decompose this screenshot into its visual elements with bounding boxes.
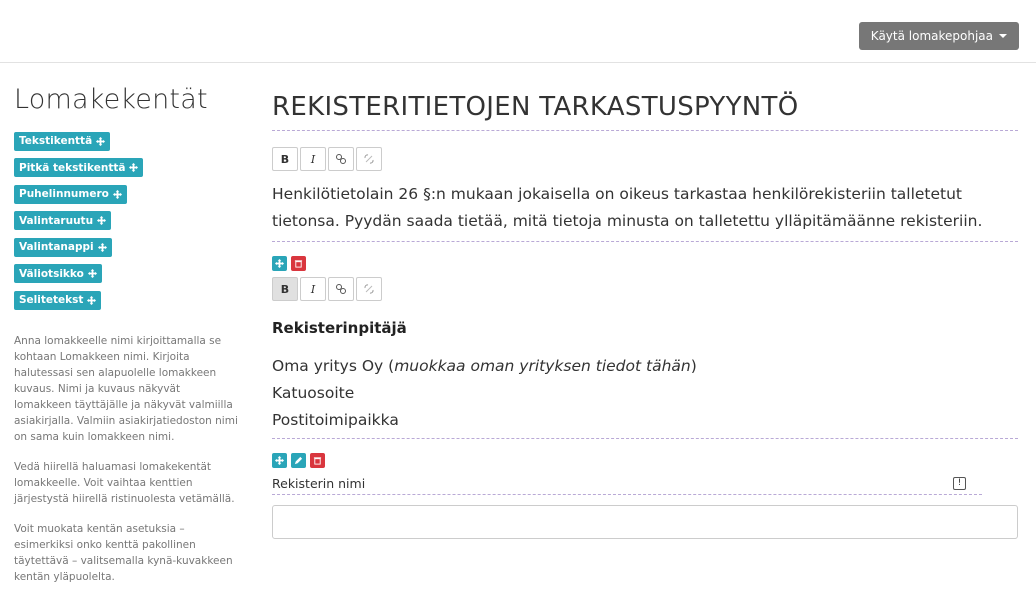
delete-icon[interactable]: [310, 453, 325, 468]
edit-pencil-icon[interactable]: [291, 453, 306, 468]
link-button[interactable]: [328, 277, 354, 301]
chip-wrap: Pitkä tekstikenttä: [14, 156, 244, 183]
company-hint: muokkaa oman yrityksen tiedot tähän: [394, 357, 691, 375]
form-editor: REKISTERITIETOJEN TARKASTUSPYYNTÖ B I He…: [272, 92, 1018, 539]
field-type-chip[interactable]: Puhelinnumero: [14, 184, 127, 204]
sidebar: Lomakekentät Tekstikenttä Pitkä tekstiken…: [14, 84, 244, 599]
text-toolbar: B I: [272, 147, 1018, 171]
postal-line: Postitoimipaikka: [272, 411, 399, 429]
link-icon: [336, 154, 346, 164]
help-text: Anna lomakkeelle nimi kirjoittamalla se …: [14, 333, 239, 585]
field-controls: [272, 453, 1018, 468]
register-name-input[interactable]: [272, 505, 1018, 539]
delete-icon[interactable]: [291, 256, 306, 271]
chip-label: Selitetekst: [19, 294, 84, 306]
chip-wrap: Puhelinnumero: [14, 182, 244, 209]
move-icon: [87, 295, 97, 305]
field-type-chip[interactable]: Selitetekst: [14, 290, 102, 310]
field-type-chip[interactable]: Väliotsikko: [14, 264, 102, 283]
field-type-chip[interactable]: Valintaruutu: [14, 211, 112, 230]
use-template-label: Käytä lomakepohjaa: [870, 29, 993, 43]
use-template-dropdown[interactable]: Käytä lomakepohjaa: [858, 22, 1019, 50]
help-paragraph: Voit muokata kentän asetuksia – esimerki…: [14, 522, 233, 583]
bold-button[interactable]: B: [272, 147, 298, 171]
bold-button[interactable]: B: [272, 277, 298, 301]
chip-wrap: Selitetekst: [14, 288, 244, 315]
move-icon: [96, 136, 106, 146]
chip-wrap: Väliotsikko: [14, 262, 244, 289]
italic-button[interactable]: I: [300, 277, 326, 301]
form-description[interactable]: Henkilötietolain 26 §:n mukaan jokaisell…: [272, 181, 1018, 242]
italic-button[interactable]: I: [300, 147, 326, 171]
chip-wrap: Valintaruutu: [14, 209, 244, 236]
move-icon: [87, 269, 97, 278]
field-label[interactable]: Rekisterin nimi: [272, 476, 365, 491]
required-icon: !: [953, 477, 966, 490]
sidebar-heading: Lomakekentät: [14, 84, 208, 115]
help-paragraph: Anna lomakkeelle nimi kirjoittamalla se …: [14, 334, 238, 443]
company-name: Oma yritys Oy (: [272, 357, 395, 375]
chip-wrap: Valintanappi: [14, 235, 244, 262]
caret-down-icon: [999, 34, 1007, 38]
chip-label: Väliotsikko: [19, 267, 84, 280]
unlink-icon: [364, 154, 374, 164]
field-type-chip[interactable]: Valintanappi: [14, 237, 112, 257]
controller-details[interactable]: Oma yritys Oy (muokkaa oman yrityksen ti…: [272, 353, 1018, 439]
link-icon: [336, 284, 346, 294]
block-controls: [272, 256, 1018, 271]
move-icon[interactable]: [272, 256, 287, 271]
form-title[interactable]: REKISTERITIETOJEN TARKASTUSPYYNTÖ: [272, 92, 1018, 131]
top-bar: Käytä lomakepohjaa: [0, 0, 1036, 63]
unlink-button[interactable]: [356, 277, 382, 301]
move-icon[interactable]: [272, 453, 287, 468]
link-button[interactable]: [328, 147, 354, 171]
company-suffix: ): [690, 357, 697, 375]
text-toolbar-2: B I: [272, 277, 1018, 301]
field-palette: Tekstikenttä Pitkä tekstikenttä Puhelinnum…: [14, 129, 244, 315]
section-heading[interactable]: Rekisterinpitäjä: [272, 319, 1018, 337]
move-icon: [97, 242, 107, 252]
unlink-icon: [364, 284, 374, 294]
help-paragraph: Vedä hiirellä haluamasi lomakekentät lom…: [14, 460, 235, 505]
address-line: Katuosoite: [272, 384, 355, 402]
chip-label: Valintanappi: [19, 241, 94, 253]
chip-label: Valintaruutu: [19, 214, 94, 227]
chip-wrap: Tekstikenttä: [14, 129, 244, 156]
chip-label: Puhelinnumero: [19, 188, 109, 200]
move-icon: [97, 216, 107, 225]
chip-label: Pitkä tekstikenttä: [19, 161, 126, 174]
field-type-chip[interactable]: Pitkä tekstikenttä: [14, 158, 144, 177]
field-type-chip[interactable]: Tekstikenttä: [14, 131, 111, 151]
company-line: Oma yritys Oy (muokkaa oman yrityksen ti…: [272, 353, 1018, 380]
field-label-row: Rekisterin nimi !: [272, 476, 982, 495]
chip-label: Tekstikenttä: [19, 135, 93, 147]
unlink-button[interactable]: [356, 147, 382, 171]
move-icon: [129, 163, 139, 172]
move-icon: [112, 189, 122, 199]
